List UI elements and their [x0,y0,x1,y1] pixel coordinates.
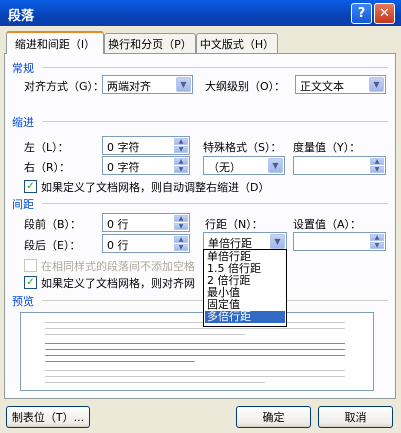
spin-down-icon[interactable]: ▼ [174,223,188,230]
outline-level-select[interactable]: 正文文本 ▼ [295,75,386,94]
special-indent-label: 特殊格式（S）： [203,141,282,154]
no-space-same-style-label[interactable]: 在相同样式的段落间不添加空格 [41,258,195,274]
preview-box [20,312,374,391]
outline-level-label: 大纲级别（O）： [205,80,286,93]
indent-right-label: 右（R）： [24,161,71,174]
outline-level-value: 正文文本 [300,80,344,93]
divider [42,203,388,204]
spacing-before-spinner[interactable]: 0 行 ▲ ▼ [102,213,190,232]
special-indent-select[interactable]: （无） ▼ [203,156,285,175]
spacing-section-label: 间距 [12,198,34,211]
indent-left-label: 左（L）： [24,141,69,154]
tab-label: 换行和分页（P） [108,37,192,51]
general-section-label: 常规 [12,62,34,75]
cancel-button-label: 取消 [344,411,367,424]
spin-up-icon[interactable]: ▲ [370,234,384,241]
checkmark-icon: ✓ [26,181,35,192]
ok-button-label: 确定 [262,411,285,424]
special-indent-value: （无） [208,161,241,174]
spin-up-icon[interactable]: ▲ [370,158,384,165]
preview-text-line [45,370,345,371]
indent-left-spinner[interactable]: 0 字符 ▲ ▼ [102,136,190,155]
spacing-after-value: 0 行 [107,239,129,252]
spin-up-icon[interactable]: ▲ [174,215,188,222]
ok-button[interactable]: 确定 [236,406,311,428]
line-spacing-at-label: 设置值（A）： [293,218,362,231]
tab-asian-typography[interactable]: 中文版式（H） [196,33,278,53]
help-icon: ? [357,6,366,21]
spin-up-icon[interactable]: ▲ [174,138,188,145]
title-bar [0,0,401,26]
spin-down-icon[interactable]: ▼ [370,166,384,173]
checkmark-icon: ✓ [26,277,35,288]
preview-text-line [45,382,265,383]
tabs-button[interactable]: 制表位（T）... [6,406,90,428]
line-spacing-option-selected[interactable]: 多倍行距 [205,311,285,323]
preview-text-line [45,355,345,356]
tab-indent-spacing[interactable]: 缩进和间距（I） [6,31,104,54]
preview-text-line [45,376,345,377]
line-spacing-at-spinner[interactable]: ▲ ▼ [293,232,386,251]
spacing-before-value: 0 行 [107,218,129,231]
preview-text-line [45,361,195,362]
indent-by-spinner[interactable]: ▲ ▼ [293,156,386,175]
cancel-button[interactable]: 取消 [318,406,393,428]
spacing-after-label: 段后（E）： [24,239,81,252]
close-icon: ✕ [379,6,390,21]
indent-left-value: 0 字符 [107,141,140,154]
divider [42,67,388,68]
preview-text-line [45,349,345,350]
chevron-down-icon[interactable]: ▼ [268,158,283,173]
line-spacing-label: 行距（N）： [205,218,263,231]
divider [42,121,388,122]
snap-to-grid-checkbox[interactable]: ✓ [24,276,37,289]
auto-adjust-right-indent-label[interactable]: 如果定义了文档网格，则自动调整右缩进（D） [41,179,269,195]
indent-right-spinner[interactable]: 0 字符 ▲ ▼ [102,156,190,175]
line-spacing-dropdown-list: 单倍行距 1.5 倍行距 2 倍行距 最小值 固定值 多倍行距 [203,249,287,327]
tab-label: 中文版式（H） [199,37,275,51]
close-button[interactable]: ✕ [374,3,395,24]
help-button[interactable]: ? [351,3,372,24]
chevron-down-icon[interactable]: ▼ [270,234,285,249]
tab-line-page-breaks[interactable]: 换行和分页（P） [104,33,196,53]
snap-to-grid-label[interactable]: 如果定义了文档网格，则对齐网 [41,275,195,291]
tab-label: 缩进和间距（I） [14,37,96,51]
spin-down-icon[interactable]: ▼ [174,166,188,173]
tabs-button-label: 制表位（T）... [11,411,85,424]
spin-up-icon[interactable]: ▲ [174,236,188,243]
window-title: 段落 [8,9,35,24]
chevron-down-icon[interactable]: ▼ [176,77,191,92]
indent-by-label: 度量值（Y）： [293,141,361,154]
preview-text-line [45,343,345,344]
auto-adjust-right-indent-checkbox[interactable]: ✓ [24,180,37,193]
spin-up-icon[interactable]: ▲ [174,158,188,165]
indent-right-value: 0 字符 [107,161,140,174]
no-space-same-style-checkbox[interactable] [24,259,37,272]
spin-down-icon[interactable]: ▼ [174,146,188,153]
indent-section-label: 缩进 [12,116,34,129]
preview-section-label: 预览 [12,295,34,308]
alignment-select[interactable]: 两端对齐 ▼ [102,75,193,94]
alignment-value: 两端对齐 [107,80,151,93]
spacing-before-label: 段前（B）： [24,218,82,231]
preview-text-line [45,322,345,323]
alignment-label: 对齐方式（G）： [24,80,105,93]
spin-down-icon[interactable]: ▼ [174,244,188,251]
preview-text-line [45,328,345,329]
spin-down-icon[interactable]: ▼ [370,242,384,249]
preview-text-line [45,334,245,335]
chevron-down-icon[interactable]: ▼ [369,77,384,92]
spacing-after-spinner[interactable]: 0 行 ▲ ▼ [102,234,190,253]
